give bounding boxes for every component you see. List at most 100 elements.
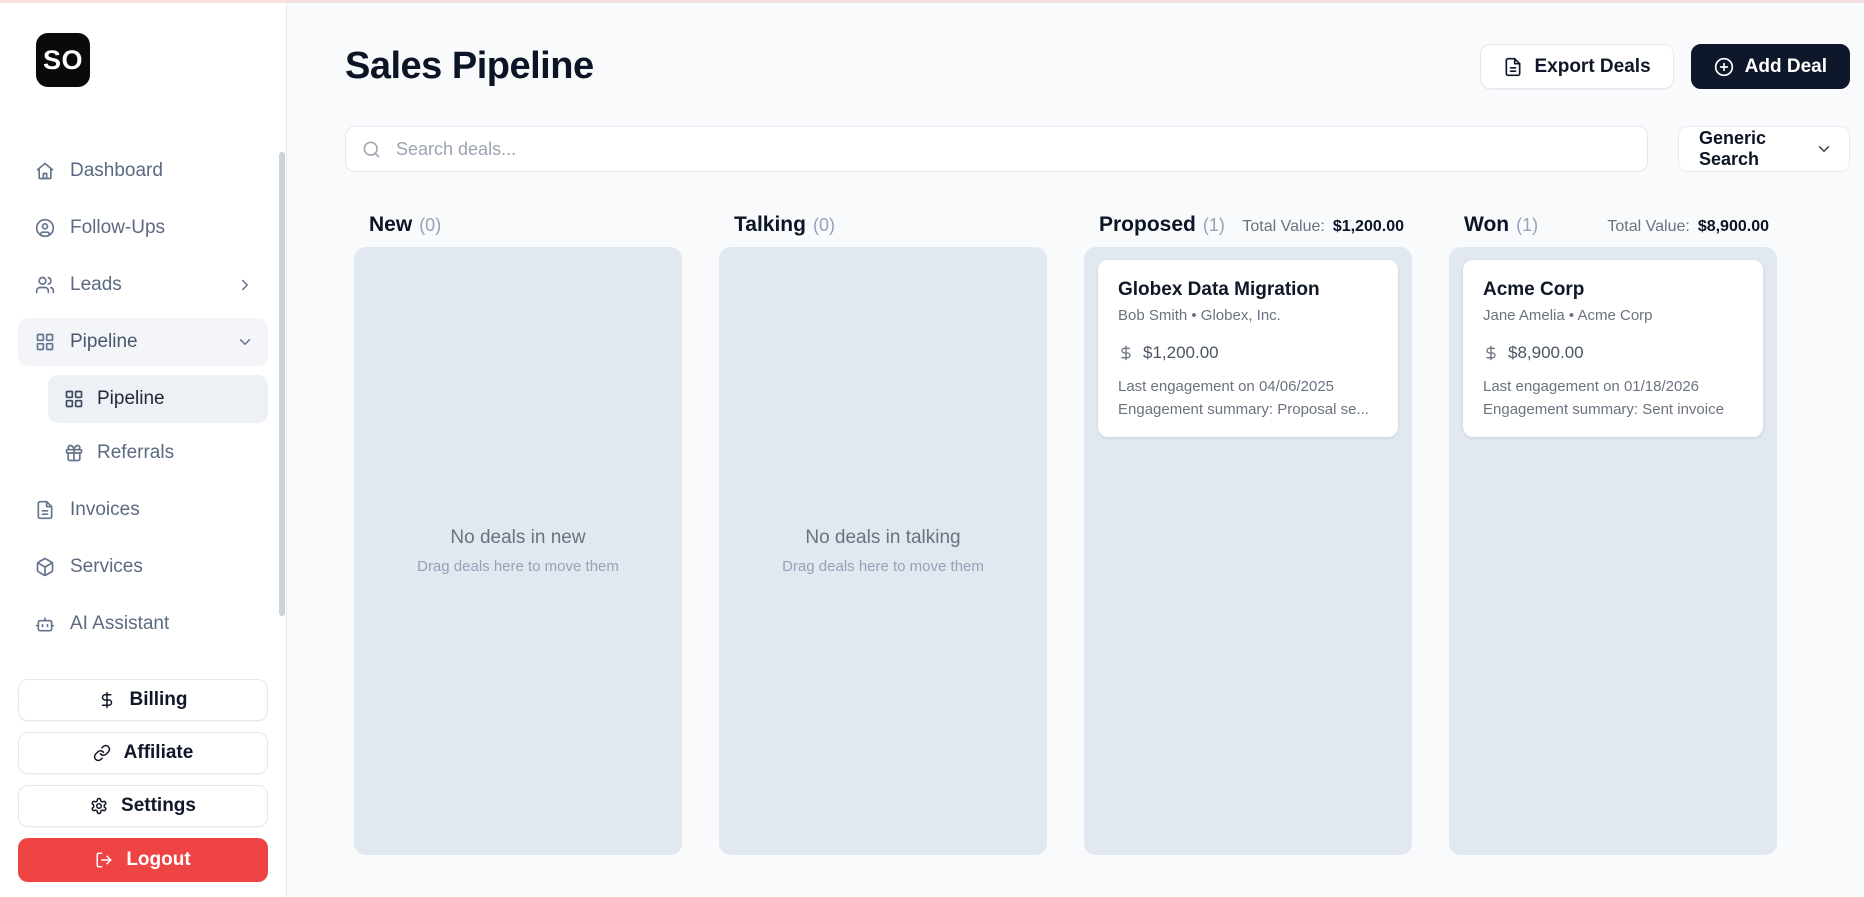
deal-title: Globex Data Migration bbox=[1118, 279, 1320, 300]
gift-icon bbox=[64, 443, 84, 463]
sidebar-footer: Billing Affiliate Settings Logout bbox=[18, 679, 268, 882]
page-header: Sales Pipeline Export Deals Add Deal bbox=[345, 44, 1850, 89]
pipeline-column-won: Won (1) Total Value: $8,900.00 Acme Corp J… bbox=[1449, 213, 1777, 855]
search-filter-dropdown[interactable]: Generic Search bbox=[1678, 126, 1850, 172]
sidebar-item-label: Pipeline bbox=[70, 331, 138, 352]
empty-state-title: No deals in talking bbox=[805, 527, 961, 548]
column-header: New (0) bbox=[354, 213, 682, 238]
deal-last-engagement: Last engagement on 01/18/2026 bbox=[1483, 378, 1700, 395]
column-dropzone-proposed[interactable]: Globex Data Migration Bob Smith • Globex… bbox=[1084, 247, 1412, 855]
logout-label: Logout bbox=[126, 849, 191, 870]
package-icon bbox=[35, 557, 55, 577]
deal-amount-value: $8,900.00 bbox=[1508, 343, 1584, 362]
sidebar-subitem-pipeline[interactable]: Pipeline bbox=[48, 375, 268, 423]
column-title: New (0) bbox=[369, 213, 442, 236]
column-header: Won (1) Total Value: $8,900.00 bbox=[1449, 213, 1777, 238]
deal-card-globex[interactable]: Globex Data Migration Bob Smith • Globex… bbox=[1098, 260, 1398, 437]
billing-label: Billing bbox=[129, 689, 188, 710]
user-circle-icon bbox=[35, 218, 55, 238]
deal-amount: $8,900.00 bbox=[1483, 343, 1743, 363]
sidebar-item-services[interactable]: Services bbox=[18, 543, 268, 591]
column-dropzone-talking[interactable]: No deals in talking Drag deals here to m… bbox=[719, 247, 1047, 855]
brand-logo[interactable]: SO bbox=[36, 33, 90, 87]
export-deals-button[interactable]: Export Deals bbox=[1480, 44, 1674, 89]
export-deals-label: Export Deals bbox=[1534, 55, 1651, 77]
sidebar-nav: Dashboard Follow-Ups Leads Pipeline Pipe… bbox=[18, 147, 268, 648]
search-filter-label: Generic Search bbox=[1699, 128, 1767, 169]
pipeline-column-proposed: Proposed (1) Total Value: $1,200.00 Globex… bbox=[1084, 213, 1412, 855]
dollar-icon bbox=[98, 691, 116, 709]
column-title: Won (1) bbox=[1464, 213, 1539, 236]
sidebar-item-label: AI Assistant bbox=[70, 613, 170, 634]
total-value-label: Total Value: bbox=[1607, 218, 1690, 235]
search-input[interactable] bbox=[394, 137, 1631, 161]
column-total: Total Value: $1,200.00 bbox=[1242, 218, 1404, 236]
deal-engagement-summary: Engagement summary: Proposal se... bbox=[1118, 401, 1369, 418]
sidebar-item-label: Referrals bbox=[97, 442, 175, 463]
settings-button[interactable]: Settings bbox=[18, 785, 268, 827]
column-dropzone-new[interactable]: No deals in new Drag deals here to move … bbox=[354, 247, 682, 855]
file-text-icon bbox=[1503, 57, 1523, 77]
chevron-down-icon bbox=[1815, 140, 1833, 158]
deal-last-engagement: Last engagement on 04/06/2025 bbox=[1118, 378, 1335, 395]
chevron-down-icon bbox=[236, 333, 254, 351]
sidebar-item-leads[interactable]: Leads bbox=[18, 261, 268, 309]
sidebar-item-pipeline[interactable]: Pipeline bbox=[18, 318, 268, 366]
dollar-icon bbox=[1483, 345, 1499, 361]
total-value-amount: $1,200.00 bbox=[1332, 218, 1404, 235]
users-icon bbox=[35, 275, 55, 295]
chevron-right-icon bbox=[236, 276, 254, 294]
column-header: Proposed (1) Total Value: $1,200.00 bbox=[1084, 213, 1412, 238]
plus-circle-icon bbox=[1714, 57, 1734, 77]
sidebar: SO Dashboard Follow-Ups Leads Pipeline P… bbox=[0, 0, 287, 897]
page-title: Sales Pipeline bbox=[345, 45, 594, 87]
add-deal-label: Add Deal bbox=[1744, 55, 1827, 77]
gear-icon bbox=[90, 797, 108, 815]
search-icon bbox=[362, 140, 381, 159]
column-total: Total Value: $8,900.00 bbox=[1607, 218, 1769, 236]
pipeline-submenu: Pipeline Referrals bbox=[48, 375, 268, 477]
link-icon bbox=[93, 744, 111, 762]
sidebar-item-followups[interactable]: Follow-Ups bbox=[18, 204, 268, 252]
deal-amount: $1,200.00 bbox=[1118, 343, 1378, 363]
pipeline-board: New (0) No deals in new Drag deals here t… bbox=[354, 213, 1850, 855]
sidebar-item-dashboard[interactable]: Dashboard bbox=[18, 147, 268, 195]
affiliate-button[interactable]: Affiliate bbox=[18, 732, 268, 774]
top-accent-strip bbox=[0, 0, 1864, 3]
dollar-icon bbox=[1118, 345, 1134, 361]
deal-engagement-summary: Engagement summary: Sent invoice bbox=[1483, 401, 1724, 418]
sidebar-item-label: Leads bbox=[70, 274, 122, 295]
sidebar-subitem-referrals[interactable]: Referrals bbox=[48, 429, 268, 477]
empty-state-hint: Drag deals here to move them bbox=[417, 558, 619, 575]
logout-button[interactable]: Logout bbox=[18, 838, 268, 882]
empty-state-hint: Drag deals here to move them bbox=[782, 558, 984, 575]
column-header: Talking (0) bbox=[719, 213, 1047, 238]
total-value-label: Total Value: bbox=[1242, 218, 1325, 235]
sidebar-item-label: Pipeline bbox=[97, 388, 165, 409]
sidebar-item-ai-assistant[interactable]: AI Assistant bbox=[18, 600, 268, 648]
deal-title: Acme Corp bbox=[1483, 279, 1585, 300]
sidebar-item-label: Follow-Ups bbox=[70, 217, 166, 238]
deal-contact: Jane Amelia • Acme Corp bbox=[1483, 307, 1653, 324]
total-value-amount: $8,900.00 bbox=[1697, 218, 1769, 235]
bot-icon bbox=[35, 614, 55, 634]
sales-pipeline-page: SO Dashboard Follow-Ups Leads Pipeline P… bbox=[0, 0, 1864, 897]
billing-button[interactable]: Billing bbox=[18, 679, 268, 721]
sidebar-item-invoices[interactable]: Invoices bbox=[18, 486, 268, 534]
affiliate-label: Affiliate bbox=[123, 742, 194, 763]
main-content: Sales Pipeline Export Deals Add Deal Sea… bbox=[287, 0, 1864, 897]
deal-card-acme[interactable]: Acme Corp Jane Amelia • Acme Corp $8,900… bbox=[1463, 260, 1763, 437]
grid-icon bbox=[64, 389, 84, 409]
header-actions: Export Deals Add Deal bbox=[1480, 44, 1850, 89]
deal-meta: Last engagement on 01/18/2026 Engagement… bbox=[1483, 378, 1743, 418]
column-title: Talking (0) bbox=[734, 213, 835, 236]
settings-label: Settings bbox=[121, 795, 196, 816]
sidebar-item-label: Dashboard bbox=[70, 160, 163, 181]
empty-state-title: No deals in new bbox=[450, 527, 586, 548]
deal-amount-value: $1,200.00 bbox=[1143, 343, 1219, 362]
sidebar-scrollbar[interactable] bbox=[279, 152, 285, 616]
add-deal-button[interactable]: Add Deal bbox=[1690, 44, 1850, 89]
pipeline-column-new: New (0) No deals in new Drag deals here t… bbox=[354, 213, 682, 855]
home-icon bbox=[35, 161, 55, 181]
column-dropzone-won[interactable]: Acme Corp Jane Amelia • Acme Corp $8,900… bbox=[1449, 247, 1777, 855]
